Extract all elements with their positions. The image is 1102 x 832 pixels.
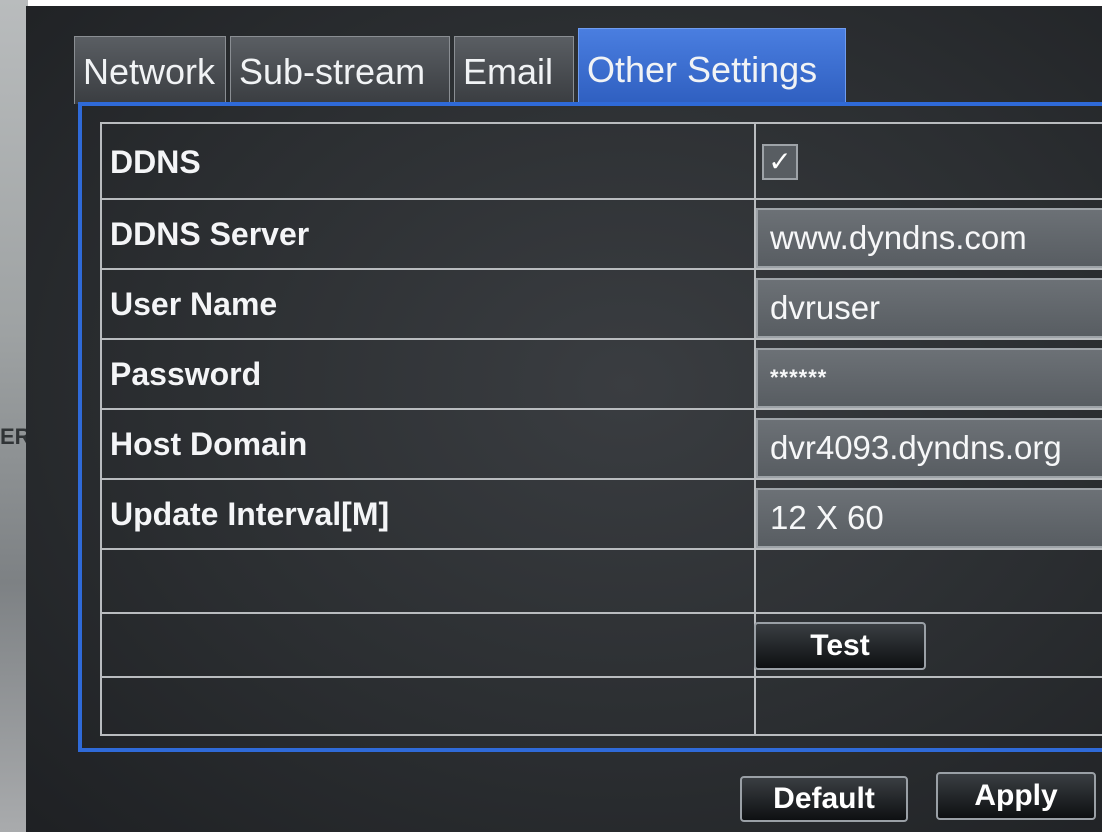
tab-network[interactable]: Network [74,36,226,104]
update-interval-field[interactable]: 12 X 60 [756,488,1102,548]
ddns-server-field[interactable]: www.dyndns.com [756,208,1102,268]
tab-sub-stream[interactable]: Sub-stream [230,36,450,104]
row-user-name: User Name dvruser [102,270,1102,340]
tab-other-settings[interactable]: Other Settings [578,28,846,104]
update-interval-label: Update Interval[M] [110,496,390,532]
user-name-field[interactable]: dvruser [756,278,1102,338]
password-field[interactable]: ****** [756,348,1102,408]
ddns-label: DDNS [110,144,201,180]
settings-grid: DDNS ✓ DDNS Server www.dyndns.com User N… [100,122,1102,736]
row-host-domain: Host Domain dvr4093.dyndns.org [102,410,1102,480]
default-button[interactable]: Default [740,776,908,822]
row-test: Test [102,614,1102,678]
password-label: Password [110,356,262,392]
settings-panel: DDNS ✓ DDNS Server www.dyndns.com User N… [78,102,1102,752]
row-empty-last [102,678,1102,734]
host-domain-field[interactable]: dvr4093.dyndns.org [756,418,1102,478]
user-name-label: User Name [110,286,278,322]
photo-background: ER [0,0,31,832]
ddns-server-label: DDNS Server [110,216,310,252]
row-update-interval: Update Interval[M] 12 X 60 [102,480,1102,550]
row-empty [102,550,1102,614]
dvr-screen: Network Sub-stream Email Other Settings … [26,6,1102,832]
tab-email[interactable]: Email [454,36,574,104]
row-password: Password ****** [102,340,1102,410]
test-button[interactable]: Test [754,622,926,670]
row-ddns: DDNS ✓ [102,124,1102,200]
row-ddns-server: DDNS Server www.dyndns.com [102,200,1102,270]
host-domain-label: Host Domain [110,426,308,462]
apply-button[interactable]: Apply [936,772,1096,820]
ddns-checkbox[interactable]: ✓ [762,144,798,180]
